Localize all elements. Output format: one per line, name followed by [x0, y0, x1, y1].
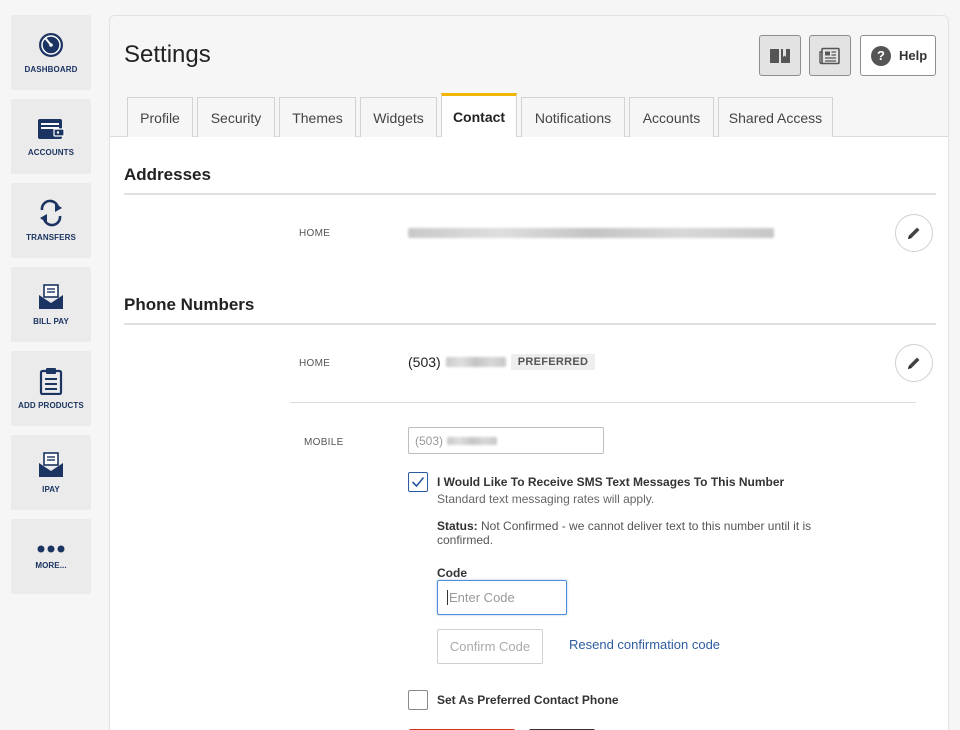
- sidebar-item-label: ADD PRODUCTS: [18, 401, 84, 410]
- phone-numbers-heading: Phone Numbers: [124, 295, 255, 314]
- mobile-phone-redacted: [447, 436, 498, 445]
- bill-envelope-icon: [39, 284, 63, 309]
- code-label: Code: [437, 566, 467, 580]
- resend-code-link[interactable]: Resend confirmation code: [569, 637, 720, 652]
- home-phone-area-code: (503): [408, 354, 441, 370]
- settings-tabs: Profile Security Themes Widgets Contact …: [127, 93, 837, 137]
- newspaper-button[interactable]: [809, 35, 851, 76]
- sidebar-item-label: TRANSFERS: [26, 233, 76, 242]
- pencil-icon: [908, 227, 920, 239]
- sms-status: Status: Not Confirmed - we cannot delive…: [437, 519, 817, 547]
- page-title: Settings: [124, 41, 211, 68]
- preferred-phone-label: Set As Preferred Contact Phone: [437, 693, 619, 707]
- text-caret: [447, 590, 448, 605]
- tab-themes[interactable]: Themes: [279, 97, 356, 137]
- confirm-code-button[interactable]: Confirm Code: [437, 629, 543, 664]
- sidebar-item-label: DASHBOARD: [24, 65, 78, 74]
- phone-numbers-divider: [124, 323, 936, 325]
- tab-security[interactable]: Security: [197, 97, 275, 137]
- more-dots-icon: [37, 545, 65, 553]
- address-redacted: [408, 228, 774, 238]
- book-icon: [770, 48, 790, 63]
- sidebar: DASHBOARD ACCOUNTS TRANSFERS BILL PAY AD…: [11, 15, 91, 603]
- transfer-arrows-icon: [40, 199, 62, 227]
- phone-home-label: HOME: [299, 358, 331, 369]
- sidebar-item-add-products[interactable]: ADD PRODUCTS: [11, 351, 91, 426]
- sidebar-item-dashboard[interactable]: DASHBOARD: [11, 15, 91, 90]
- sidebar-item-bill-pay[interactable]: BILL PAY: [11, 267, 91, 342]
- code-placeholder: Enter Code: [449, 590, 515, 605]
- wallet-icon: [38, 119, 65, 139]
- home-phone-redacted: [445, 357, 506, 367]
- checkmark-icon: [411, 476, 425, 488]
- tab-accounts[interactable]: Accounts: [629, 97, 714, 137]
- phone-mobile-label: MOBILE: [304, 437, 344, 448]
- sidebar-item-label: BILL PAY: [33, 317, 69, 326]
- sidebar-item-label: IPAY: [42, 485, 60, 494]
- edit-phone-button[interactable]: [895, 344, 933, 382]
- sidebar-item-transfers[interactable]: TRANSFERS: [11, 183, 91, 258]
- sidebar-item-label: MORE...: [35, 561, 67, 570]
- tab-shared-access[interactable]: Shared Access: [718, 97, 833, 137]
- status-text: Not Confirmed - we cannot deliver text t…: [437, 519, 812, 547]
- addresses-heading: Addresses: [124, 165, 211, 184]
- sms-opt-in-label: I Would Like To Receive SMS Text Message…: [437, 475, 785, 489]
- tab-notifications[interactable]: Notifications: [521, 97, 625, 137]
- tab-widgets[interactable]: Widgets: [360, 97, 437, 137]
- settings-panel: Settings ? Help Profile Security Themes …: [109, 15, 949, 730]
- book-button[interactable]: [759, 35, 801, 76]
- sidebar-item-more[interactable]: MORE...: [11, 519, 91, 594]
- newspaper-icon: [819, 47, 840, 64]
- tab-contact[interactable]: Contact: [441, 93, 517, 137]
- help-label: Help: [899, 48, 928, 63]
- tab-profile[interactable]: Profile: [127, 97, 193, 137]
- mobile-phone-area-code: (503): [415, 433, 444, 448]
- help-icon: ?: [871, 45, 891, 66]
- ipay-envelope-icon: [39, 452, 63, 477]
- sidebar-item-label: ACCOUNTS: [27, 148, 75, 157]
- addresses-divider: [124, 193, 936, 195]
- mobile-phone-input[interactable]: (503): [408, 427, 604, 454]
- preferred-badge: PREFERRED: [510, 354, 596, 370]
- edit-address-button[interactable]: [895, 214, 933, 252]
- sidebar-item-accounts[interactable]: ACCOUNTS: [11, 99, 91, 174]
- sms-rates-note: Standard text messaging rates will apply…: [437, 492, 655, 506]
- address-home-label: HOME: [299, 228, 331, 239]
- preferred-phone-checkbox[interactable]: [408, 690, 428, 710]
- dashboard-gauge-icon: [39, 33, 63, 57]
- home-phone-value: (503) PREFERRED: [408, 354, 596, 370]
- help-button[interactable]: ? Help: [860, 35, 936, 76]
- phone-row-divider: [290, 402, 916, 403]
- pencil-icon: [908, 357, 920, 369]
- clipboard-icon: [39, 368, 63, 395]
- sms-opt-in-checkbox[interactable]: [408, 472, 428, 492]
- status-label: Status:: [437, 519, 478, 533]
- sidebar-item-ipay[interactable]: IPAY: [11, 435, 91, 510]
- settings-header: Settings ? Help Profile Security Themes …: [110, 16, 948, 137]
- code-input[interactable]: Enter Code: [437, 580, 567, 615]
